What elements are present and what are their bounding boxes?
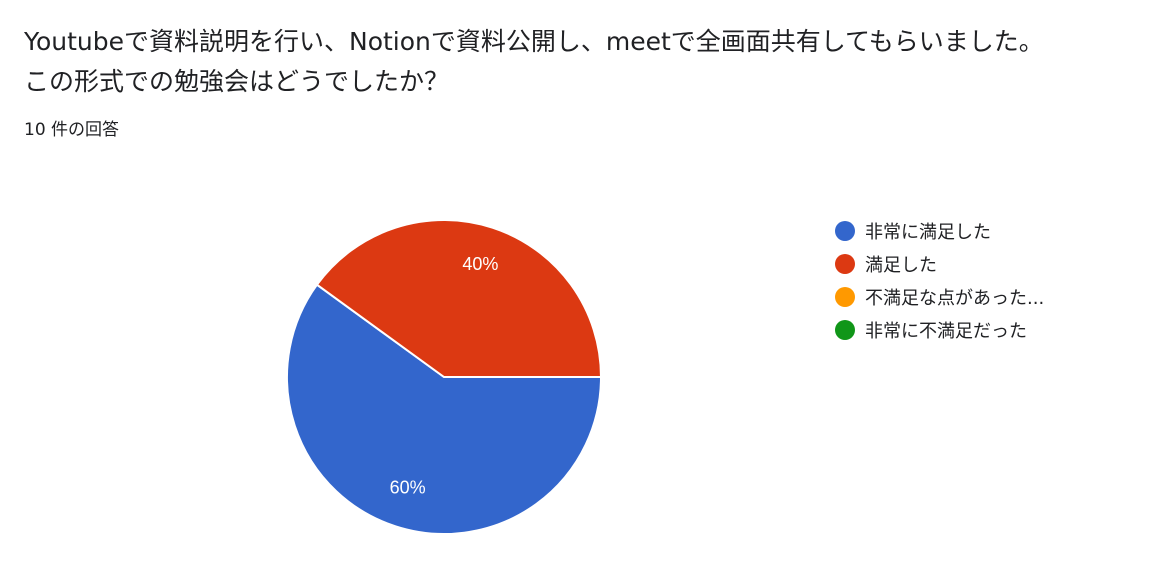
legend-label: 非常に満足した bbox=[865, 221, 991, 243]
legend-item: 非常に不満足だった bbox=[835, 313, 1044, 346]
pie-slice-label: 40% bbox=[462, 254, 498, 274]
legend-swatch-icon bbox=[835, 286, 855, 307]
legend-item: 不満足な点があった... bbox=[835, 280, 1044, 313]
legend-swatch-icon bbox=[835, 319, 855, 340]
legend-swatch-icon bbox=[835, 220, 855, 241]
legend-swatch-icon bbox=[835, 253, 855, 274]
chart-legend: 非常に満足した 満足した不満足な点があった... 非常に不満足だった bbox=[835, 214, 1044, 346]
legend-label: 不満足な点があった... bbox=[865, 287, 1045, 309]
legend-item: 非常に満足した bbox=[835, 214, 1044, 247]
pie-slice-label: 60% bbox=[390, 478, 426, 498]
legend-item: 満足した bbox=[835, 247, 1044, 280]
legend-label: 満足した bbox=[865, 254, 937, 276]
legend-label: 非常に不満足だった bbox=[865, 320, 1027, 342]
